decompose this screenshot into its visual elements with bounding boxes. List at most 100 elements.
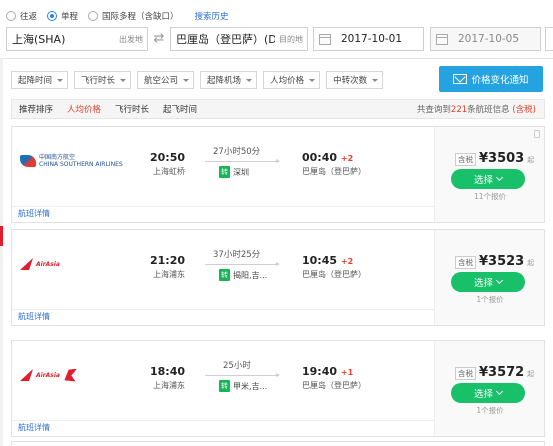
result-count: 共查询到221条航班信息 (含税) bbox=[417, 103, 536, 115]
swap-icon[interactable]: ⇄ bbox=[150, 31, 168, 47]
select-button[interactable]: 选择 bbox=[451, 169, 525, 189]
filter-stops[interactable]: 中转次数 bbox=[326, 71, 384, 89]
tax-tag: 含税 bbox=[455, 153, 476, 166]
pin-icon[interactable] bbox=[534, 130, 540, 138]
airline-mark-icon bbox=[20, 258, 33, 270]
price: ¥3572 bbox=[479, 365, 525, 380]
trip-type-label: 国际多程（含缺口） bbox=[102, 12, 179, 22]
flight-detail-link[interactable]: 航班详情 bbox=[18, 208, 50, 219]
departure-info: 18:40 上海浦东 bbox=[145, 365, 185, 391]
arrival-time-row: 00:40 +2 bbox=[302, 151, 366, 164]
trip-type-roundtrip[interactable]: 往返 bbox=[6, 10, 37, 22]
radio-selected-icon[interactable] bbox=[47, 11, 58, 21]
price-panel: 含税 ¥3523 起 选择 1个报价 bbox=[434, 230, 544, 325]
airline-mark-icon bbox=[20, 155, 36, 167]
mail-icon bbox=[453, 74, 468, 84]
china-southern-logo: 中国南方航空 CHINA SOUTHERN AIRLINES bbox=[20, 153, 123, 169]
calendar-icon bbox=[436, 33, 448, 45]
from-hint: 出发地 bbox=[119, 34, 143, 44]
arrival-time: 00:40 bbox=[302, 151, 338, 164]
depart-date-field[interactable]: 2017-10-01 bbox=[313, 27, 424, 51]
departure-info: 20:50 上海虹桥 bbox=[145, 151, 185, 177]
from-field[interactable]: 上海(SHA) 出发地 bbox=[6, 27, 148, 51]
from-value: 上海(SHA) bbox=[12, 33, 66, 46]
search-history-link[interactable]: 搜索历史 bbox=[195, 10, 229, 22]
filter-airline[interactable]: 航空公司 bbox=[137, 71, 195, 89]
sort-tab-duration[interactable]: 飞行时长 bbox=[108, 103, 156, 115]
trip-type-multicity[interactable]: 国际多程（含缺口） bbox=[88, 10, 179, 22]
flight-detail-link[interactable]: 航班详情 bbox=[18, 422, 50, 433]
calendar-icon bbox=[319, 33, 331, 45]
route-info: 25小时 转 甲米,吉... bbox=[205, 359, 285, 392]
airline-name: AirAsia bbox=[36, 371, 60, 379]
sort-tab-price[interactable]: 人均价格 bbox=[60, 103, 108, 115]
select-label: 选择 bbox=[473, 175, 493, 186]
depart-date-value: 2017-10-01 bbox=[341, 33, 403, 45]
filter-label: 起降时间 bbox=[18, 76, 53, 86]
filter-duration[interactable]: 飞行时长 bbox=[74, 71, 132, 89]
tax-tag: 含税 bbox=[455, 256, 476, 269]
filter-time[interactable]: 起降时间 bbox=[11, 71, 69, 89]
return-date-field[interactable]: 2017-10-05 bbox=[430, 27, 541, 51]
flight-detail-link[interactable]: 航班详情 bbox=[18, 311, 50, 322]
chevron-down-icon bbox=[183, 78, 190, 82]
select-button[interactable]: 选择 bbox=[451, 272, 525, 292]
price-suffix: 起 bbox=[527, 370, 535, 378]
sort-tab-recommended[interactable]: 推荐排序 bbox=[12, 103, 60, 115]
result-prefix: 共查询到 bbox=[416, 105, 451, 115]
arrival-info: 10:45 +2 巴厘岛（登巴萨） bbox=[302, 254, 366, 280]
transfer-badge: 转 bbox=[219, 380, 230, 392]
to-hint: 目的地 bbox=[279, 34, 303, 44]
search-panel: 往返 单程 国际多程（含缺口） 搜索历史 上海(SHA) 出发地 ⇄ 巴厘岛（登… bbox=[0, 0, 553, 58]
result-suffix: 条航班信息 bbox=[467, 105, 510, 115]
transfer-city: 甲米,吉... bbox=[233, 381, 268, 391]
arrival-airport: 巴厘岛（登巴萨） bbox=[302, 381, 366, 390]
transfer-badge: 转 bbox=[219, 269, 230, 281]
radio-icon[interactable] bbox=[88, 11, 99, 21]
quote-count: 1个报价 bbox=[476, 295, 504, 304]
flight-duration: 37小时25分 bbox=[213, 250, 261, 260]
to-field[interactable]: 巴厘岛（登巴萨）(DP 目的地 bbox=[170, 27, 308, 51]
transfer-badge: 转 bbox=[219, 166, 230, 178]
arrow-right-icon bbox=[205, 159, 280, 163]
departure-airport: 上海浦东 bbox=[153, 381, 185, 390]
price-alert-label: 价格变化通知 bbox=[471, 75, 529, 86]
departure-airport: 上海虹桥 bbox=[153, 167, 185, 176]
select-label: 选择 bbox=[473, 278, 493, 289]
arrival-airport: 巴厘岛（登巴萨） bbox=[302, 270, 366, 279]
day-offset: +1 bbox=[340, 368, 354, 377]
arrival-info: 00:40 +2 巴厘岛（登巴萨） bbox=[302, 151, 366, 177]
transfer-city: 深圳 bbox=[233, 167, 249, 177]
select-button[interactable]: 选择 bbox=[451, 383, 525, 403]
filter-airport[interactable]: 起降机场 bbox=[200, 71, 258, 89]
select-label: 选择 bbox=[473, 389, 493, 400]
to-value: 巴厘岛（登巴萨）(DP bbox=[176, 33, 275, 46]
result-number: 221 bbox=[450, 105, 468, 115]
transfer-info: 转 甲米,吉... bbox=[205, 380, 285, 392]
departure-time: 21:20 bbox=[149, 254, 185, 267]
chevron-down-icon bbox=[120, 78, 127, 82]
detail-bar: 航班详情 bbox=[12, 309, 436, 325]
filter-price[interactable]: 人均价格 bbox=[263, 71, 321, 89]
route-info: 37小时25分 转 揭阳,吉... bbox=[205, 248, 285, 281]
quote-count: 1个报价 bbox=[476, 406, 504, 415]
price-panel: 含税 ¥3572 起 选择 1个报价 bbox=[434, 341, 544, 436]
tax-tag: 含税 bbox=[455, 367, 476, 380]
search-field-edge bbox=[545, 27, 553, 51]
arrival-airport: 巴厘岛（登巴萨） bbox=[302, 167, 366, 176]
result-tax-note: (含税) bbox=[512, 105, 536, 115]
trip-type-label: 往返 bbox=[20, 12, 38, 22]
airline-name: 中国南方航空 CHINA SOUTHERN AIRLINES bbox=[39, 154, 123, 168]
arrival-time: 10:45 bbox=[302, 254, 338, 267]
transfer-city: 揭阳,吉... bbox=[233, 270, 268, 280]
sort-tab-departure[interactable]: 起飞时间 bbox=[156, 103, 204, 115]
filter-label: 起降机场 bbox=[207, 76, 242, 86]
price-alert-button[interactable]: 价格变化通知 bbox=[439, 66, 543, 92]
chevron-down-icon bbox=[309, 78, 316, 82]
radio-icon[interactable] bbox=[6, 11, 16, 21]
trip-type-oneway[interactable]: 单程 bbox=[47, 10, 78, 22]
day-offset: +2 bbox=[340, 154, 354, 163]
transfer-info: 转 揭阳,吉... bbox=[205, 269, 285, 281]
departure-time: 18:40 bbox=[149, 365, 185, 378]
filter-label: 航空公司 bbox=[144, 76, 179, 86]
